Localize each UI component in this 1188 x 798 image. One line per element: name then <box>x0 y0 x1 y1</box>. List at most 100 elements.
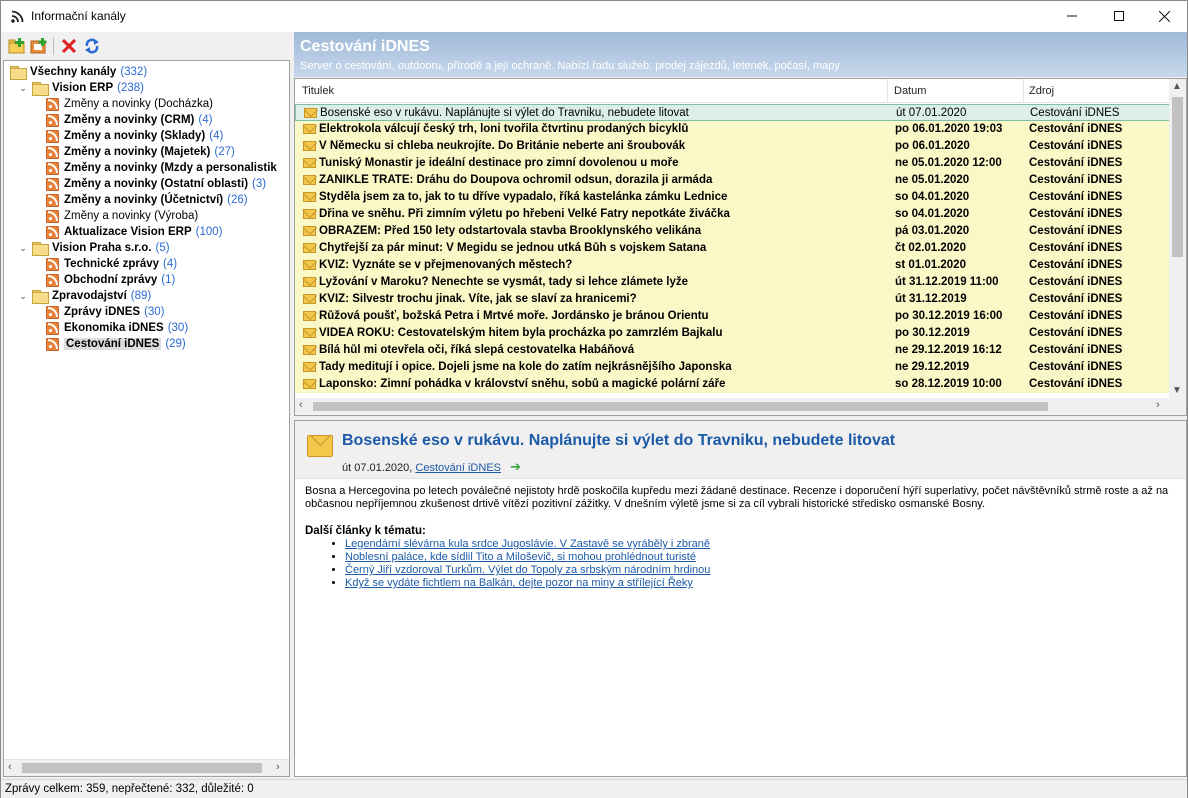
message-row[interactable]: V Německu si chleba neukrojíte. Do Britá… <box>295 138 1170 155</box>
message-row[interactable]: Tuniský Monastir je ideální destinace pr… <box>295 155 1170 172</box>
rss-feed-icon <box>46 145 59 159</box>
message-source: Cestování iDNES <box>1029 361 1123 373</box>
message-row[interactable]: Lyžování v Maroku? Nenechte se vysmát, t… <box>295 274 1170 291</box>
delete-button[interactable] <box>59 36 79 56</box>
title-bar: Informační kanály <box>1 1 1187 32</box>
tree-feed[interactable]: Cestování iDNES (29) <box>46 336 186 352</box>
tree-feed[interactable]: Aktualizace Vision ERP (100) <box>46 224 222 240</box>
message-row[interactable]: ZANIKLÉ TRATĚ: Dráhu do Doupova ochromil… <box>295 172 1170 189</box>
message-row[interactable]: Dřina ve sněhu. Při zimním výletu po hře… <box>295 206 1170 223</box>
tree-folder[interactable]: ⌄ Zpravodajství (89) <box>18 288 151 304</box>
tree-feed[interactable]: Změny a novinky (Sklady) (4) <box>46 128 223 144</box>
feed-header: Cestování iDNES Server o cestování, outd… <box>294 32 1187 77</box>
add-folder-button[interactable] <box>29 36 49 56</box>
message-title: ZANIKLÉ TRATĚ: Dráhu do Doupova ochromil… <box>319 174 713 186</box>
tree-feed[interactable]: Obchodní zprávy (1) <box>46 272 175 288</box>
status-bar: Zprávy celkem: 359, nepřečtené: 332, důl… <box>1 779 1187 798</box>
list-horizontal-scrollbar[interactable]: ‹ › <box>295 398 1186 415</box>
scroll-left-icon[interactable]: ‹ <box>8 761 12 773</box>
preview-title[interactable]: Bosenské eso v rukávu. Naplánujte si výl… <box>342 432 895 450</box>
message-title: Elektrokola válcují český trh, loni tvoř… <box>319 123 689 135</box>
tree-feed[interactable]: Zprávy iDNES (30) <box>46 304 165 320</box>
chevron-down-icon[interactable]: ⌄ <box>18 243 28 253</box>
tree-label: Všechny kanály <box>30 66 117 78</box>
scroll-right-icon[interactable]: › <box>276 761 280 773</box>
message-row[interactable]: KVÍZ: Vyznáte se v přejmenovaných městec… <box>295 257 1170 274</box>
scroll-down-icon[interactable]: ▼ <box>1172 385 1182 396</box>
chevron-down-icon[interactable]: ⌄ <box>18 291 28 301</box>
tree-folder[interactable]: Všechny kanály (332) <box>10 64 147 80</box>
open-article-arrow-icon[interactable]: ➔ <box>510 459 521 475</box>
tree-feed[interactable]: Změny a novinky (Ostatní oblasti) (3) <box>46 176 266 192</box>
message-source: Cestování iDNES <box>1029 344 1123 356</box>
scroll-right-icon[interactable]: › <box>1156 399 1160 411</box>
tree-label: Změny a novinky (Mzdy a personalistik <box>64 162 277 174</box>
related-link[interactable]: Když se vydáte fichtlem na Balkán, dejte… <box>345 577 693 589</box>
tree-feed[interactable]: Ekonomika iDNES (30) <box>46 320 188 336</box>
preview-date: út 07.01.2020, <box>342 462 413 474</box>
chevron-down-icon[interactable]: ⌄ <box>18 83 28 93</box>
column-divider[interactable] <box>1023 79 1024 103</box>
delete-icon <box>62 39 76 53</box>
refresh-icon <box>85 38 99 54</box>
message-date: ne 05.01.2020 <box>895 174 970 186</box>
message-date: st 01.01.2020 <box>895 259 966 271</box>
minimize-button[interactable] <box>1049 1 1095 31</box>
rss-feed-icon <box>46 193 59 207</box>
tree-feed[interactable]: Změny a novinky (Mzdy a personalistik <box>46 160 277 176</box>
scroll-thumb[interactable] <box>22 763 262 773</box>
preview-body: Bosna a Hercegovina po letech poválečné … <box>305 485 1169 510</box>
tree-feed[interactable]: Technické zprávy (4) <box>46 256 177 272</box>
close-button[interactable] <box>1141 1 1187 31</box>
column-source[interactable]: Zdroj <box>1029 85 1054 97</box>
tree-label: Aktualizace Vision ERP <box>64 226 192 238</box>
message-row[interactable]: Bosenské eso v rukávu. Naplánujte si výl… <box>295 104 1170 121</box>
tree-feed[interactable]: Změny a novinky (Majetek) (27) <box>46 144 235 160</box>
tree-label: Technické zprávy <box>64 258 160 270</box>
add-feed-button[interactable] <box>7 36 27 56</box>
scroll-up-icon[interactable]: ▲ <box>1172 81 1182 92</box>
message-row[interactable]: Růžová poušť, božská Petra i Mrtvé moře.… <box>295 308 1170 325</box>
message-source: Cestování iDNES <box>1029 259 1123 271</box>
message-row[interactable]: Styděla jsem za to, jak to tu dříve vypa… <box>295 189 1170 206</box>
feed-tree[interactable]: Všechny kanály (332) ⌄ Vision ERP (238) Změny… <box>3 60 290 777</box>
message-row[interactable]: Elektrokola válcují český trh, loni tvoř… <box>295 121 1170 138</box>
tree-label: Změny a novinky (Docházka) <box>64 98 213 110</box>
preview-source-link[interactable]: Cestování iDNES <box>415 462 501 474</box>
tree-feed[interactable]: Změny a novinky (CRM) (4) <box>46 112 212 128</box>
related-link[interactable]: Noblesní paláce, kde sídlil Tito a Miloš… <box>345 551 696 563</box>
envelope-icon <box>303 277 316 287</box>
unread-count: (5) <box>155 242 170 254</box>
list-vertical-scrollbar[interactable]: ▲ ▼ <box>1169 79 1186 399</box>
message-list[interactable]: Titulek Datum Zdroj Bosenské eso v rukáv… <box>294 78 1187 416</box>
folder-icon <box>32 242 49 256</box>
message-row[interactable]: KVÍZ: Silvestr trochu jinak. Víte, jak s… <box>295 291 1170 308</box>
refresh-button[interactable] <box>82 36 102 56</box>
tree-feed[interactable]: Změny a novinky (Účetnictví) (26) <box>46 192 248 208</box>
tree-horizontal-scrollbar[interactable]: ‹ › <box>4 759 289 776</box>
tree-folder[interactable]: ⌄ Vision ERP (238) <box>18 80 144 96</box>
related-link[interactable]: Legendární slévárna kula srdce Jugoslávi… <box>345 538 710 550</box>
tree-feed[interactable]: Změny a novinky (Výroba) <box>46 208 198 224</box>
related-item: Legendární slévárna kula srdce Jugoslávi… <box>345 538 710 551</box>
scroll-thumb[interactable] <box>1172 97 1183 257</box>
unread-count: (29) <box>165 338 186 350</box>
unread-count: (332) <box>120 66 148 78</box>
message-row[interactable]: Tady meditují i opice. Dojeli jsme na ko… <box>295 359 1170 376</box>
column-divider[interactable] <box>887 79 888 103</box>
scroll-left-icon[interactable]: ‹ <box>299 399 303 411</box>
column-title[interactable]: Titulek <box>302 85 334 97</box>
rss-feed-icon <box>46 113 59 127</box>
message-row[interactable]: Laponsko: Zimní pohádka v království sně… <box>295 376 1170 393</box>
related-link[interactable]: Černý Jiří vzdoroval Turkům. Výlet do To… <box>345 564 710 576</box>
message-row[interactable]: Chytřejší za pár minut: V Megidu se jedn… <box>295 240 1170 257</box>
scroll-thumb[interactable] <box>313 402 1048 411</box>
tree-folder[interactable]: ⌄ Vision Praha s.r.o. (5) <box>18 240 170 256</box>
column-date[interactable]: Datum <box>894 85 926 97</box>
message-date: so 28.12.2019 10:00 <box>895 378 1002 390</box>
maximize-button[interactable] <box>1096 1 1142 31</box>
message-row[interactable]: OBRAZEM: Před 150 lety odstartovala stav… <box>295 223 1170 240</box>
message-row[interactable]: VIDEA ROKU: Cestovatelským hitem byla pr… <box>295 325 1170 342</box>
tree-feed[interactable]: Změny a novinky (Docházka) <box>46 96 213 112</box>
message-row[interactable]: Bílá hůl mi otevřela oči, říká slepá ces… <box>295 342 1170 359</box>
